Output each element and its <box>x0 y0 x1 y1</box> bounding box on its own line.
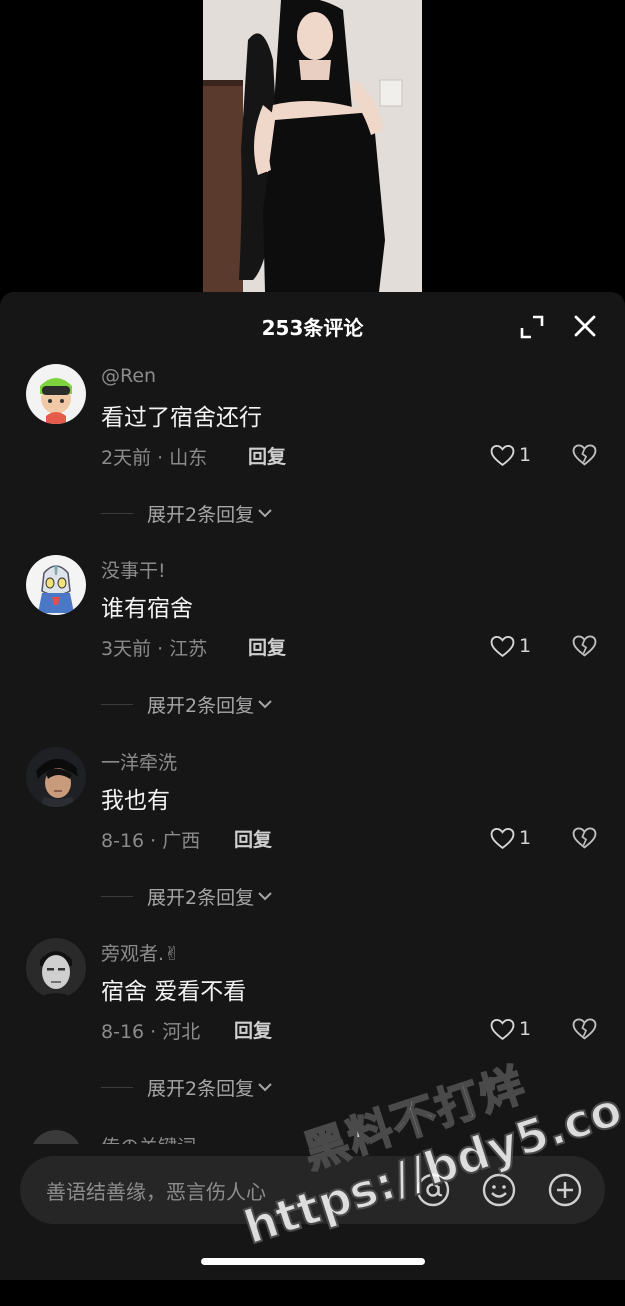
expand-replies-label: 展开2条回复 <box>147 503 255 526</box>
comments-sheet: 253条评论 @Ren 看过了宿舍还行 2天前 · 山东 回复 1 展开2条回复… <box>0 292 625 1280</box>
comment-input-bar: 善语结善缘，恶言伤人心 <box>0 1144 625 1280</box>
comment-text: 我也有 <box>101 788 170 814</box>
reply-button[interactable]: 回复 <box>234 1016 272 1043</box>
comment-item: 旁观者.✌ 宿舍 爱看不看 8-16 · 河北 回复 1 展开2条回复 <box>0 938 625 1129</box>
expand-replies-button[interactable]: 展开2条回复 <box>101 1073 274 1101</box>
avatar[interactable] <box>26 555 86 615</box>
chevron-down-icon <box>258 1083 272 1092</box>
broken-heart-icon[interactable] <box>572 634 597 658</box>
reply-button[interactable]: 回复 <box>234 825 272 852</box>
like-button[interactable]: 1 <box>490 633 531 659</box>
comment-text: 看过了宿舍还行 <box>101 405 262 431</box>
comment-username[interactable]: @Ren <box>101 365 156 387</box>
comment-meta: 2天前 · 山东 <box>101 447 208 469</box>
at-icon[interactable] <box>415 1172 451 1208</box>
emoji-icon[interactable] <box>481 1172 517 1208</box>
video-preview[interactable] <box>203 0 422 292</box>
comment-text: 谁有宿舍 <box>101 596 193 622</box>
expand-replies-button[interactable]: 展开2条回复 <box>101 882 274 910</box>
broken-heart-icon[interactable] <box>572 443 597 467</box>
comment-item: 没事干! 谁有宿舍 3天前 · 江苏 回复 1 展开2条回复 <box>0 555 625 746</box>
expand-replies-label: 展开2条回复 <box>147 1077 255 1100</box>
like-count: 1 <box>519 827 532 849</box>
like-button[interactable]: 1 <box>490 825 531 851</box>
video-frame-image <box>203 0 422 292</box>
comment-username[interactable]: 旁观者.✌ <box>101 939 180 966</box>
fullscreen-icon[interactable] <box>519 314 545 340</box>
like-button[interactable]: 1 <box>490 442 531 468</box>
avatar[interactable] <box>26 364 86 424</box>
comment-username[interactable]: 没事干! <box>101 556 166 583</box>
chevron-down-icon <box>258 892 272 901</box>
like-count: 1 <box>519 444 532 466</box>
home-indicator[interactable] <box>201 1258 425 1265</box>
reply-button[interactable]: 回复 <box>248 633 286 660</box>
broken-heart-icon[interactable] <box>572 826 597 850</box>
comment-input-placeholder: 善语结善缘，恶言伤人心 <box>46 1180 266 1204</box>
expand-replies-label: 展开2条回复 <box>147 886 255 909</box>
expand-replies-label: 展开2条回复 <box>147 694 255 717</box>
chevron-down-icon <box>258 509 272 518</box>
comment-username[interactable]: 一洋牵洗 <box>101 748 177 775</box>
avatar[interactable] <box>26 747 86 807</box>
broken-heart-icon[interactable] <box>572 1017 597 1041</box>
avatar[interactable] <box>26 938 86 998</box>
comment-meta: 3天前 · 江苏 <box>101 638 208 660</box>
heart-icon <box>490 635 515 657</box>
heart-icon <box>490 827 515 849</box>
divider <box>101 512 133 514</box>
chevron-down-icon <box>258 700 272 709</box>
comment-input[interactable]: 善语结善缘，恶言伤人心 <box>20 1156 605 1224</box>
add-icon[interactable] <box>547 1172 583 1208</box>
heart-icon <box>490 444 515 466</box>
expand-replies-button[interactable]: 展开2条回复 <box>101 499 274 527</box>
comment-meta: 8-16 · 河北 <box>101 1021 201 1043</box>
like-count: 1 <box>519 635 532 657</box>
comment-text: 宿舍 爱看不看 <box>101 979 247 1005</box>
comment-item: @Ren 看过了宿舍还行 2天前 · 山东 回复 1 展开2条回复 <box>0 364 625 555</box>
close-icon[interactable] <box>571 312 599 340</box>
divider <box>101 703 133 705</box>
heart-icon <box>490 1018 515 1040</box>
reply-button[interactable]: 回复 <box>248 442 286 469</box>
expand-replies-button[interactable]: 展开2条回复 <box>101 690 274 718</box>
like-count: 1 <box>519 1018 532 1040</box>
divider <box>101 1086 133 1088</box>
comment-item: 一洋牵洗 我也有 8-16 · 广西 回复 1 展开2条回复 <box>0 747 625 938</box>
like-button[interactable]: 1 <box>490 1016 531 1042</box>
comment-meta: 8-16 · 广西 <box>101 830 201 852</box>
divider <box>101 895 133 897</box>
